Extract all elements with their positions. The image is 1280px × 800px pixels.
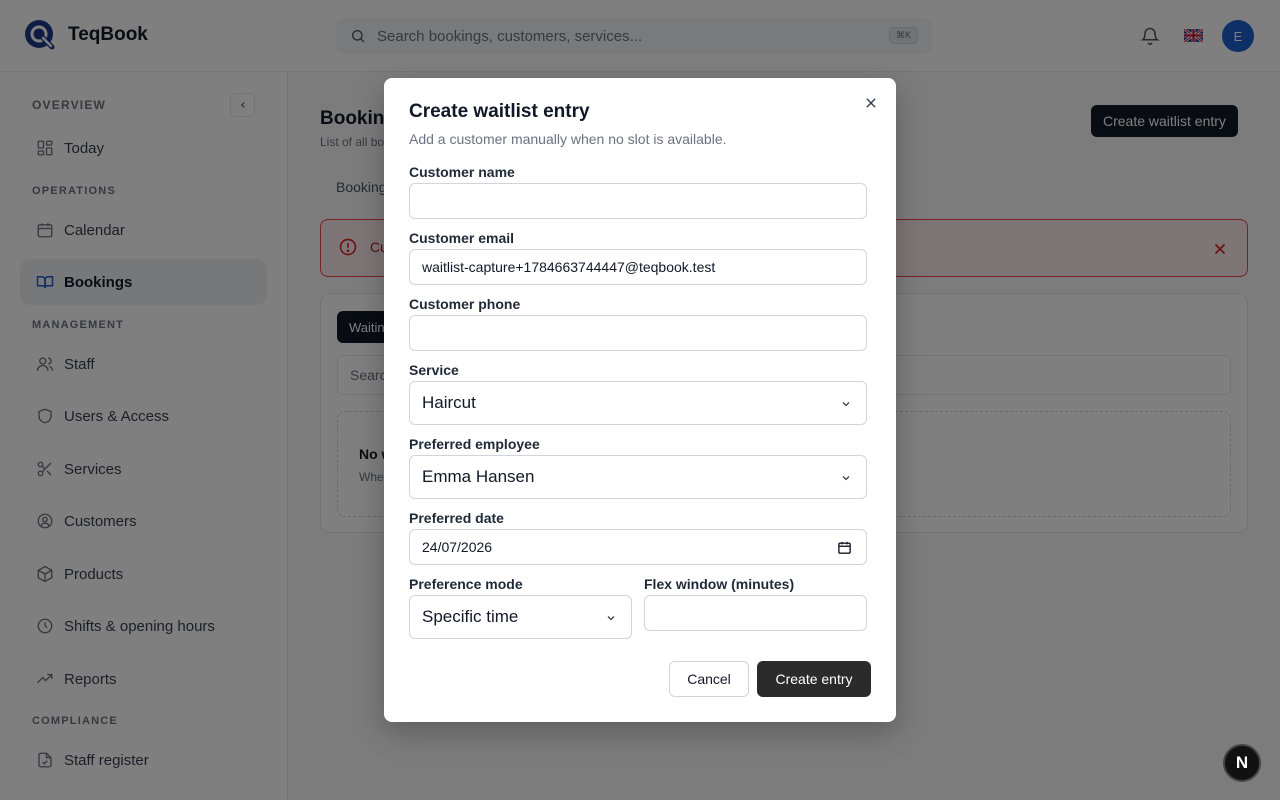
flex-window-label: Flex window (minutes) bbox=[644, 576, 795, 592]
dev-tools-badge[interactable]: N bbox=[1223, 744, 1261, 782]
close-icon[interactable] bbox=[864, 96, 878, 110]
employee-select-value: Emma Hansen bbox=[422, 467, 535, 486]
create-entry-button[interactable]: Create entry bbox=[757, 661, 871, 697]
calendar-icon[interactable] bbox=[837, 540, 852, 555]
customer-email-label: Customer email bbox=[409, 230, 515, 246]
flex-window-input[interactable] bbox=[644, 595, 867, 631]
customer-name-label: Customer name bbox=[409, 164, 515, 180]
mode-select-value: Specific time bbox=[422, 607, 519, 626]
dialog-description: Add a customer manually when no slot is … bbox=[409, 131, 727, 147]
service-select[interactable]: Haircut bbox=[409, 381, 867, 425]
preferred-date-input[interactable]: 24/07/2026 bbox=[409, 529, 867, 565]
preferred-employee-label: Preferred employee bbox=[409, 436, 540, 452]
dialog-title: Create waitlist entry bbox=[409, 101, 590, 122]
service-label: Service bbox=[409, 362, 459, 378]
preferred-date-label: Preferred date bbox=[409, 510, 504, 526]
chevron-down-icon bbox=[842, 402, 850, 407]
create-waitlist-dialog: Create waitlist entry Add a customer man… bbox=[384, 78, 896, 722]
service-select-value: Haircut bbox=[422, 393, 476, 412]
customer-phone-label: Customer phone bbox=[409, 296, 521, 312]
cancel-button[interactable]: Cancel bbox=[669, 661, 749, 697]
date-value: 24/07/2026 bbox=[422, 539, 493, 555]
preferred-employee-select[interactable]: Emma Hansen bbox=[409, 455, 867, 499]
chevron-down-icon bbox=[607, 616, 615, 621]
customer-phone-input[interactable] bbox=[409, 315, 867, 351]
preference-mode-label: Preference mode bbox=[409, 576, 523, 592]
preference-mode-select[interactable]: Specific time bbox=[409, 595, 632, 639]
customer-email-input[interactable]: waitlist-capture+1784663744447@teqbook.t… bbox=[409, 249, 867, 285]
customer-name-input[interactable] bbox=[409, 183, 867, 219]
chevron-down-icon bbox=[842, 476, 850, 481]
